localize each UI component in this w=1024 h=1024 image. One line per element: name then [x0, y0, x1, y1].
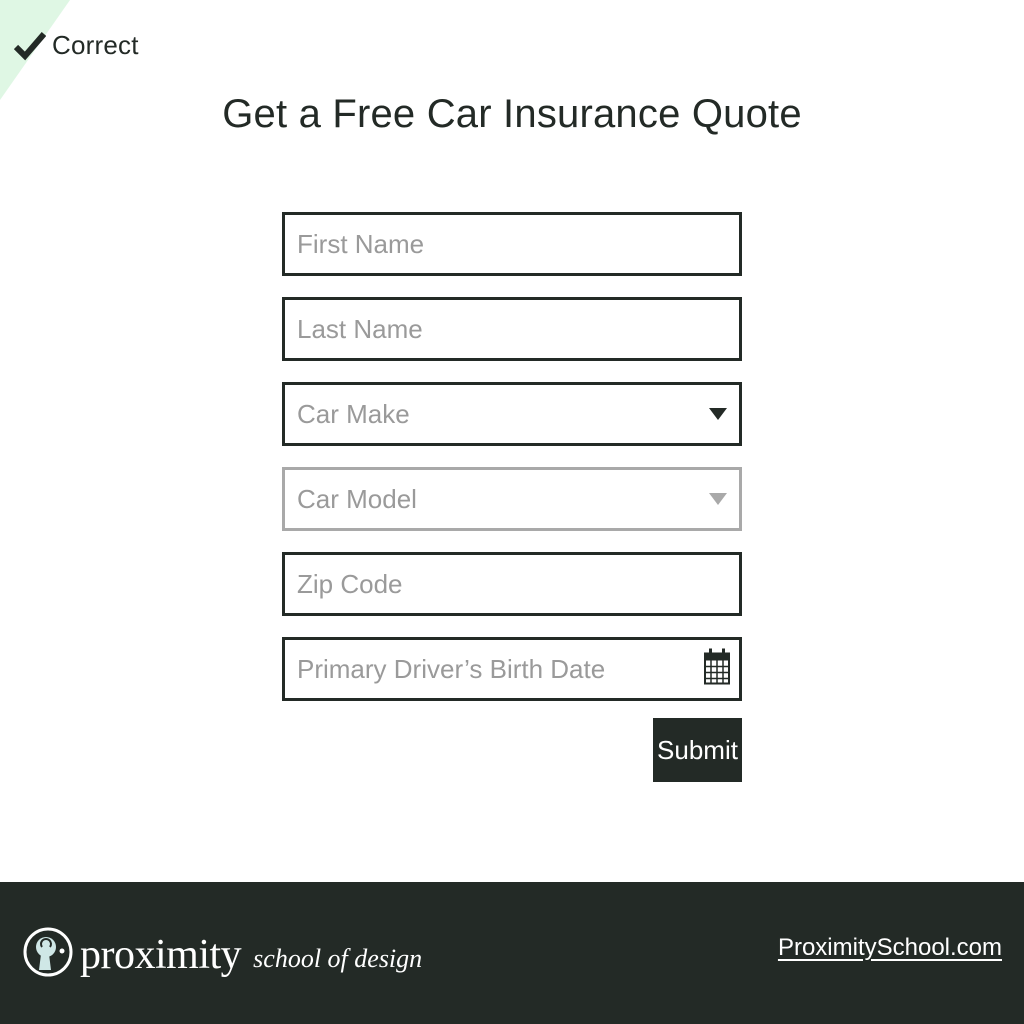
- zip-code-placeholder: Zip Code: [297, 568, 403, 599]
- last-name-field[interactable]: Last Name: [282, 297, 742, 361]
- car-make-placeholder: Car Make: [297, 398, 410, 429]
- correct-badge: Correct: [14, 30, 139, 61]
- chevron-down-icon: [709, 493, 727, 505]
- last-name-placeholder: Last Name: [297, 313, 423, 344]
- proximity-logo[interactable]: proximity school of design: [22, 914, 422, 995]
- correct-label: Correct: [52, 30, 139, 60]
- quote-form: First Name Last Name Car Make Car Model …: [282, 212, 742, 782]
- zip-code-field[interactable]: Zip Code: [282, 552, 742, 616]
- birth-date-field[interactable]: Primary Driver’s Birth Date: [282, 637, 742, 701]
- footer: proximity school of design ProximityScho…: [0, 882, 1024, 1024]
- proximity-logo-icon: [22, 914, 74, 995]
- birth-date-placeholder: Primary Driver’s Birth Date: [297, 653, 606, 684]
- calendar-icon[interactable]: [703, 647, 731, 692]
- brand-subtitle: school of design: [253, 943, 423, 973]
- chevron-down-icon: [709, 408, 727, 420]
- car-make-select[interactable]: Car Make: [282, 382, 742, 446]
- car-model-placeholder: Car Model: [297, 483, 417, 514]
- first-name-field[interactable]: First Name: [282, 212, 742, 276]
- page-title: Get a Free Car Insurance Quote: [222, 92, 802, 136]
- checkmark-icon: [14, 31, 46, 61]
- brand-name: proximity: [80, 931, 242, 978]
- first-name-placeholder: First Name: [297, 228, 425, 259]
- submit-button[interactable]: Submit: [653, 718, 742, 782]
- proximity-school-link[interactable]: ProximitySchool.com: [778, 934, 1002, 962]
- car-model-select: Car Model: [282, 467, 742, 531]
